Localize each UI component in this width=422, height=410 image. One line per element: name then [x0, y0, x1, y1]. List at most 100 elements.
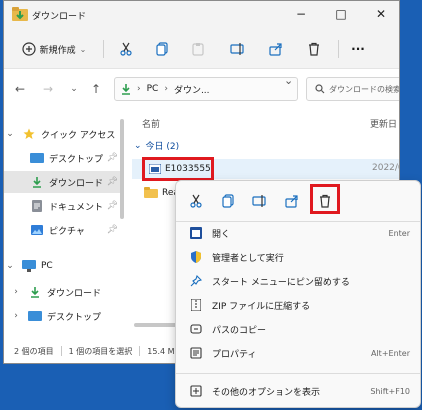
sidebar-item-pc[interactable]: ⌄ PC — [4, 255, 124, 277]
paste-icon — [192, 43, 204, 56]
properties-icon — [188, 347, 204, 359]
file-date: 2022/0 — [372, 163, 399, 173]
sidebar-item-desktop[interactable]: デスクトップ 📌︎ — [4, 147, 124, 169]
table-row[interactable]: Rea — [144, 187, 179, 198]
context-item-zip[interactable]: ZIP ファイルに圧縮する — [176, 294, 420, 316]
star-icon — [22, 128, 36, 140]
paste-button[interactable] — [186, 38, 210, 60]
sidebar-item-documents[interactable]: ドキュメント 📌︎ — [4, 195, 124, 217]
context-item-pin-start[interactable]: スタート メニューにピン留めする — [176, 270, 420, 292]
download-arrow-icon — [28, 286, 42, 298]
maximize-button[interactable]: □ — [321, 1, 361, 29]
desktop-icon — [28, 310, 42, 322]
context-item-label: ZIP ファイルに圧縮する — [212, 301, 311, 312]
breadcrumb-pc[interactable]: PC — [147, 84, 159, 94]
delete-highlight-box — [310, 184, 340, 214]
context-item-label: 開く — [212, 229, 231, 240]
breadcrumb-downloads[interactable]: ダウン... — [174, 83, 210, 96]
sidebar-item-quick-access[interactable]: ⌄ クイック アクセス — [4, 123, 124, 145]
document-icon — [30, 200, 44, 212]
context-rename-button[interactable] — [250, 191, 270, 211]
group-header-today[interactable]: ⌄ 今日 (2) — [134, 139, 180, 153]
pin-icon: 📌︎ — [106, 177, 118, 187]
pin-icon: 📌︎ — [106, 225, 118, 235]
sidebar-item-pc-downloads[interactable]: › ダウンロード — [4, 281, 124, 303]
column-header-modified[interactable]: 更新日 — [370, 117, 397, 130]
rename-button[interactable] — [226, 38, 250, 60]
expand-chevron-icon[interactable]: › — [10, 311, 22, 321]
forward-arrow-icon[interactable]: → — [40, 81, 56, 97]
context-item-label: 管理者として実行 — [212, 253, 284, 264]
sidebar-item-pc-desktop[interactable]: › デスクトップ — [4, 305, 124, 327]
breadcrumb-chevron-icon: › — [137, 84, 141, 94]
path-copy-icon — [188, 323, 204, 335]
context-item-copy-path[interactable]: パスのコピー — [176, 318, 420, 340]
window-title: ダウンロード — [32, 12, 87, 22]
back-arrow-icon[interactable]: ← — [12, 81, 28, 97]
context-menu: 開く Enter 管理者として実行 スタート メニューにピン留めする ZIP フ… — [175, 180, 421, 408]
close-button[interactable]: ✕ — [361, 1, 399, 29]
copy-icon — [222, 194, 234, 208]
context-copy-button[interactable] — [218, 191, 238, 211]
download-arrow-icon — [30, 176, 44, 188]
chevron-down-icon: ⌄ — [79, 44, 87, 54]
context-item-shortcut: Shift+F10 — [370, 386, 410, 396]
address-dropdown-icon[interactable]: ⌄ — [284, 74, 293, 87]
context-item-open[interactable]: 開く Enter — [176, 222, 420, 244]
computer-icon — [22, 260, 36, 272]
new-button[interactable]: 新規作成 ⌄ — [14, 38, 94, 60]
context-share-button[interactable] — [282, 191, 302, 211]
column-header-name[interactable]: 名前 — [142, 117, 160, 130]
more-button[interactable]: ··· — [346, 38, 370, 60]
file-name: E1033555 — [165, 164, 211, 174]
sidebar-item-label: デスクトップ — [49, 154, 104, 165]
shield-icon — [188, 251, 204, 263]
group-label: 今日 (2) — [145, 142, 180, 152]
file-name-highlight[interactable]: E1033555 — [142, 157, 214, 181]
plus-circle-icon — [22, 42, 36, 56]
download-arrow-icon — [122, 84, 130, 95]
title-bar[interactable]: ダウンロード − □ ✕ — [4, 1, 399, 29]
collapse-chevron-icon[interactable]: ⌄ — [4, 129, 16, 139]
context-item-run-as-admin[interactable]: 管理者として実行 — [176, 246, 420, 268]
context-cut-button[interactable] — [186, 191, 206, 211]
pin-icon — [188, 275, 204, 287]
rename-icon — [252, 195, 266, 207]
toolbar-divider — [338, 40, 339, 58]
open-icon — [188, 227, 204, 239]
search-icon — [315, 84, 325, 94]
sidebar-item-label: デスクトップ — [47, 312, 102, 323]
status-divider — [139, 346, 141, 356]
context-item-label: パスのコピー — [212, 325, 267, 336]
status-selected: 1 個の項目を選択 — [68, 346, 133, 356]
delete-button[interactable] — [302, 38, 326, 60]
share-icon — [285, 195, 298, 208]
share-button[interactable] — [264, 38, 288, 60]
status-divider — [60, 346, 62, 356]
sidebar-item-pictures[interactable]: ピクチャ 📌︎ — [4, 219, 124, 241]
address-bar[interactable]: › PC › ダウン... — [114, 77, 298, 101]
context-item-properties[interactable]: プロパティ Alt+Enter — [176, 342, 420, 364]
sidebar-scrollbar[interactable] — [120, 119, 124, 219]
share-icon — [269, 43, 282, 56]
collapse-chevron-icon[interactable]: ⌄ — [4, 261, 16, 271]
sidebar-item-downloads[interactable]: ダウンロード 📌︎ — [4, 171, 124, 193]
cut-button[interactable] — [114, 38, 138, 60]
context-item-label: スタート メニューにピン留めする — [212, 277, 350, 288]
context-item-label: その他のオプションを表示 — [212, 387, 321, 398]
desktop-icon — [30, 152, 44, 164]
new-button-label: 新規作成 — [39, 45, 76, 56]
context-item-more-options[interactable]: その他のオプションを表示 Shift+F10 — [176, 380, 420, 402]
copy-button[interactable] — [150, 38, 174, 60]
minimize-button[interactable]: − — [281, 1, 321, 29]
breadcrumb-chevron-icon: › — [164, 84, 168, 94]
history-chevron-icon[interactable]: ⌄ — [66, 81, 82, 97]
sidebar-item-label: ダウンロード — [49, 178, 104, 189]
search-placeholder: ダウンロードの検索 — [329, 84, 400, 94]
up-arrow-icon[interactable]: ↑ — [88, 81, 104, 97]
search-input[interactable]: ダウンロードの検索 — [306, 77, 400, 101]
status-size: 15.4 M — [147, 346, 175, 356]
expand-chevron-icon[interactable]: › — [10, 287, 22, 297]
context-menu-divider — [176, 373, 420, 374]
pin-icon: 📌︎ — [106, 201, 118, 211]
